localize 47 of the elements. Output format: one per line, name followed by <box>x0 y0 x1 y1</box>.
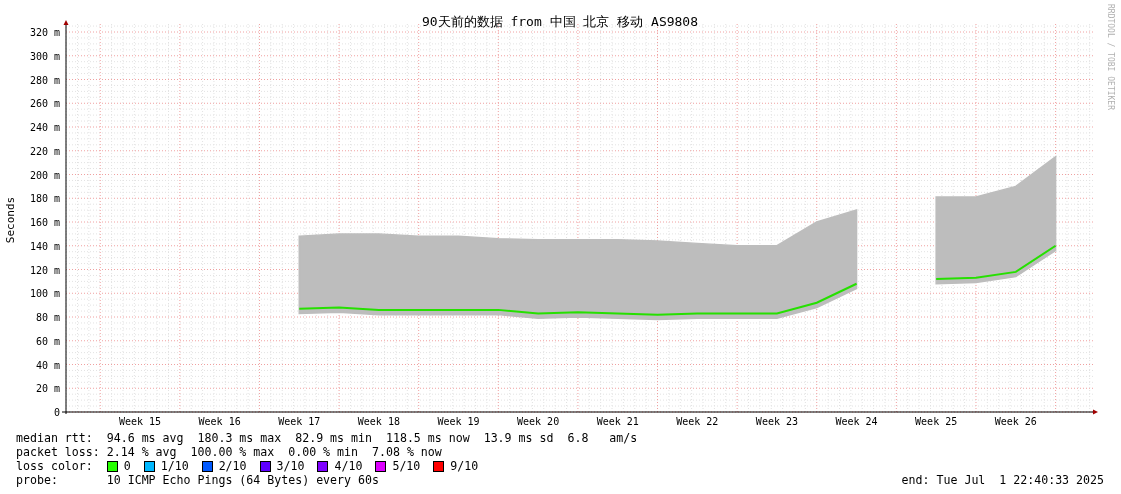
tick-label: Week 15 <box>118 416 162 427</box>
tick-label: Week 26 <box>994 416 1037 427</box>
tick-label: 40 m <box>35 359 60 371</box>
swatch-label: 4/10 <box>334 459 363 473</box>
axis-label: Seconds <box>4 196 17 244</box>
tick-label: 80 m <box>35 312 60 323</box>
tick-label: 20 m <box>35 383 60 395</box>
tick-label: Week 19 <box>437 416 480 427</box>
tick-label: 120 m <box>29 264 60 276</box>
tick-label: 260 m <box>29 98 60 110</box>
swatch-label: 9/10 <box>450 459 479 473</box>
tick-label: 140 m <box>29 240 60 252</box>
tick-label: 0 <box>53 407 60 418</box>
tick-label: 160 m <box>29 217 60 228</box>
tick-label: Week 17 <box>278 416 321 427</box>
legend-value: 94.6 ms avg 180.3 ms max 82.9 ms min 118.5 ms now 13.9 ms sd 6.8 am/s <box>106 431 638 445</box>
swatch-label: 3/10 <box>276 459 305 473</box>
tick-label: Week 25 <box>915 416 958 427</box>
tick-label: Week 20 <box>517 416 560 427</box>
chart-title: 90天前的数据 from 中国 北京 移动 AS9808 <box>421 14 699 29</box>
legend-label: probe: <box>16 473 59 487</box>
tick-label: 320 m <box>29 27 60 38</box>
legend-label: median rtt: <box>16 431 94 445</box>
tick-label: 180 m <box>29 193 60 205</box>
tick-label: 280 m <box>29 74 60 86</box>
legend-label: packet loss: <box>16 445 101 459</box>
tick-label: Week 21 <box>596 416 639 427</box>
swatch-label: 1/10 <box>160 459 189 473</box>
tick-label: 300 m <box>29 50 60 62</box>
tick-label: 240 m <box>29 122 60 133</box>
swatch-label: 2/10 <box>218 459 247 473</box>
legend-label: loss color: <box>16 459 94 473</box>
tick-label: Week 23 <box>755 416 798 427</box>
swatch-label: 5/10 <box>392 459 421 473</box>
tick-label: 220 m <box>29 145 60 157</box>
credit-text: RRDTOOL / TOBI OETIKER <box>1106 4 1115 110</box>
legend-value: 10 ICMP Echo Pings (64 Bytes) every 60s <box>106 473 379 487</box>
swatch-label: 0 <box>123 459 131 473</box>
tick-label: Week 22 <box>676 416 719 427</box>
end-time: end: Tue Jul 1 22:40:33 2025 <box>901 473 1104 487</box>
tick-label: Week 16 <box>198 416 241 427</box>
tick-label: 60 m <box>35 335 60 347</box>
legend-value: 2.14 % avg 100.00 % max 0.00 % min 7.08 % now <box>106 445 442 459</box>
tick-label: Week 24 <box>835 416 878 427</box>
tick-label: 200 m <box>29 169 60 181</box>
tick-label: Week 18 <box>357 416 400 427</box>
tick-label: 100 m <box>29 288 60 300</box>
